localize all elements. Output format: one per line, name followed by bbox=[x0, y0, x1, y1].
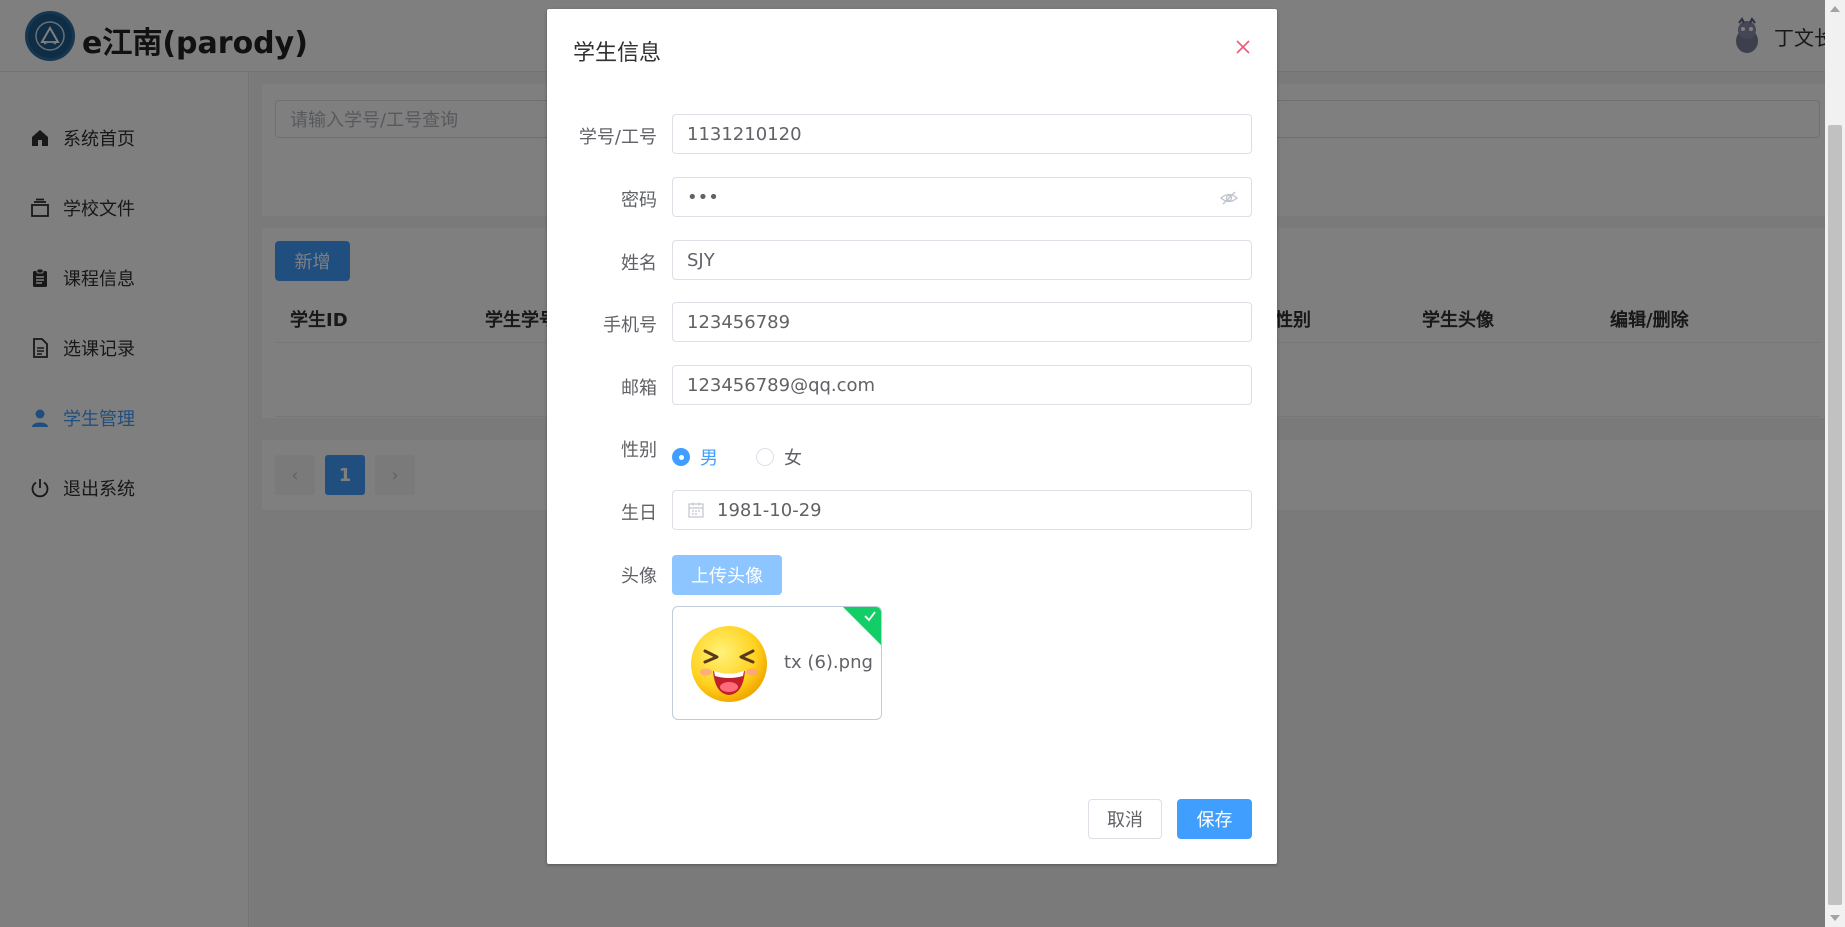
gender-option-label: 女 bbox=[784, 448, 802, 469]
student-id-input[interactable]: 1131210120 bbox=[672, 114, 1252, 154]
save-button[interactable]: 保存 bbox=[1177, 799, 1252, 839]
scroll-up-icon[interactable] bbox=[1830, 6, 1840, 12]
gender-radio-female[interactable]: 女 bbox=[756, 444, 802, 470]
cancel-button[interactable]: 取消 bbox=[1088, 799, 1162, 839]
upload-avatar-button[interactable]: 上传头像 bbox=[672, 555, 782, 595]
page-scrollbar[interactable] bbox=[1825, 0, 1845, 927]
phone-label: 手机号 bbox=[603, 315, 657, 336]
name-value: SJY bbox=[687, 249, 715, 271]
birthday-value: 1981-10-29 bbox=[717, 499, 822, 521]
scroll-down-icon[interactable] bbox=[1830, 915, 1840, 921]
uploaded-file-name: tx (6).png bbox=[784, 652, 873, 673]
student-id-value: 1131210120 bbox=[687, 123, 802, 145]
password-value: ••• bbox=[687, 186, 719, 208]
gender-radio-male[interactable]: 男 bbox=[672, 444, 718, 470]
calendar-icon bbox=[688, 502, 704, 518]
password-label: 密码 bbox=[621, 190, 657, 211]
email-label: 邮箱 bbox=[621, 378, 657, 399]
phone-input[interactable]: 123456789 bbox=[672, 302, 1252, 342]
radio-unchecked-icon bbox=[756, 448, 774, 466]
birthday-date-picker[interactable]: 1981-10-29 bbox=[672, 490, 1252, 530]
gender-label: 性别 bbox=[621, 440, 657, 461]
uploaded-file-card[interactable]: tx (6).png bbox=[672, 606, 882, 720]
avatar-label: 头像 bbox=[621, 566, 657, 587]
student-id-label: 学号/工号 bbox=[578, 127, 657, 148]
email-input[interactable]: 123456789@qq.com bbox=[672, 365, 1252, 405]
birthday-label: 生日 bbox=[621, 503, 657, 524]
email-value: 123456789@qq.com bbox=[687, 374, 876, 396]
scroll-thumb[interactable] bbox=[1828, 125, 1842, 905]
student-info-dialog: 学生信息 学号/工号 1131210120 密码 ••• 姓名 SJY 手机号 … bbox=[547, 9, 1277, 864]
name-input[interactable]: SJY bbox=[672, 240, 1252, 280]
gender-option-label: 男 bbox=[700, 448, 718, 469]
name-label: 姓名 bbox=[621, 253, 657, 274]
laughing-emoji-avatar bbox=[691, 626, 767, 702]
check-icon bbox=[864, 611, 876, 622]
phone-value: 123456789 bbox=[687, 311, 791, 333]
radio-checked-icon bbox=[672, 448, 690, 466]
password-input[interactable]: ••• bbox=[672, 177, 1252, 217]
eye-hidden-icon[interactable] bbox=[1219, 188, 1239, 208]
close-icon[interactable] bbox=[1234, 38, 1252, 56]
dialog-title: 学生信息 bbox=[573, 41, 662, 66]
